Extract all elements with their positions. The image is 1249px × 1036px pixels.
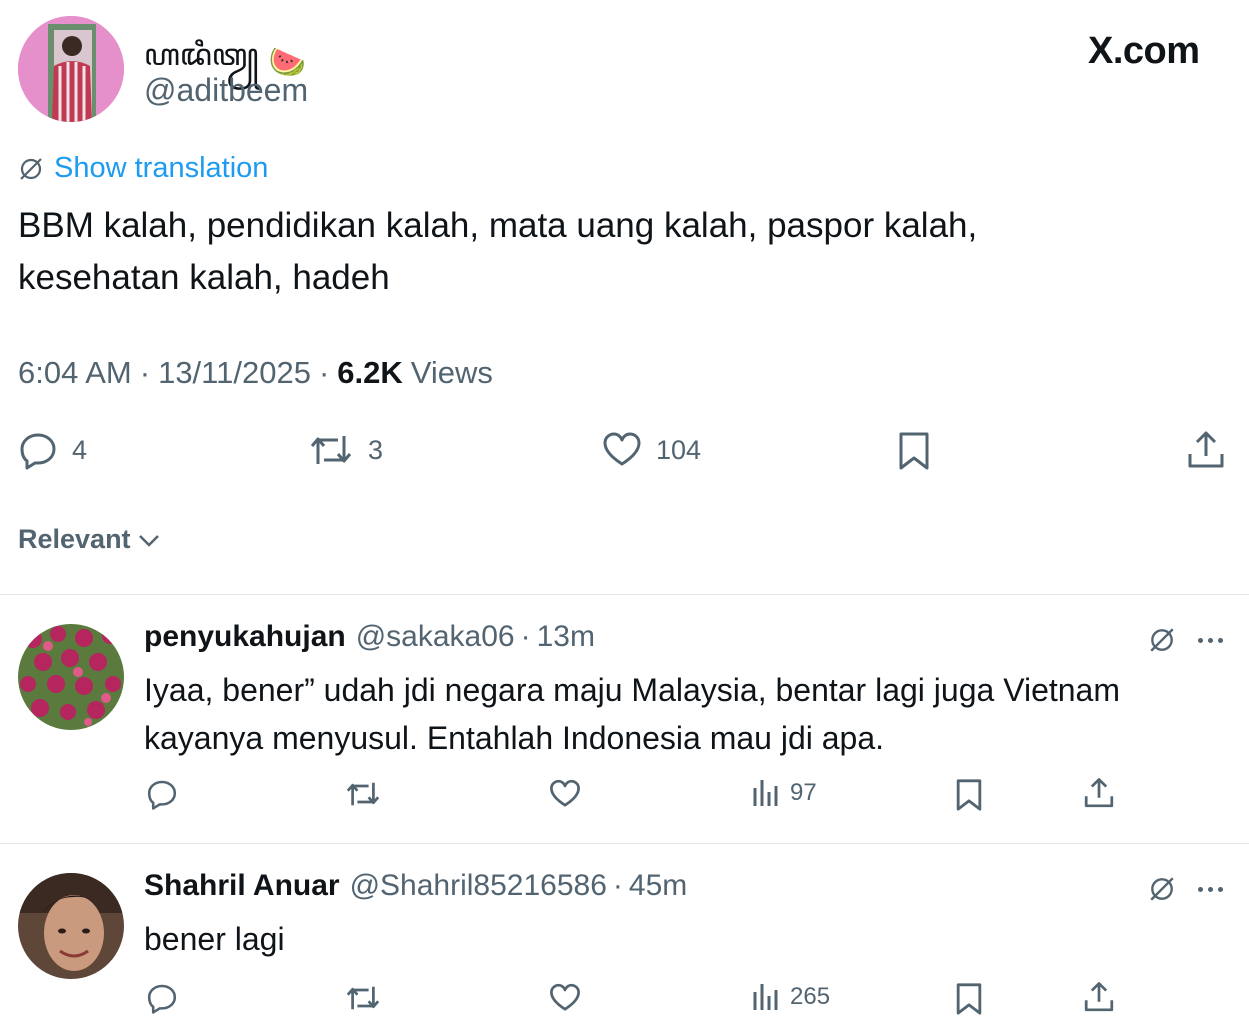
tweet-text: BBM kalah, pendidikan kalah, mata uang k… [18, 200, 977, 304]
reply-text-line-1: Iyaa, bener” udah jdi negara maju Malays… [144, 672, 1120, 708]
meta-separator: · [520, 620, 531, 653]
views-button[interactable]: 97 [752, 778, 817, 808]
heart-icon[interactable] [548, 778, 582, 810]
bookmark-icon[interactable] [954, 981, 984, 1017]
chevron-down-icon [137, 528, 161, 552]
reply-header: Shahril Anuar @Shahril85216586 · 45m [144, 869, 687, 903]
bookmark-button[interactable] [896, 430, 932, 472]
bookmark-icon [896, 430, 932, 472]
share-icon[interactable] [1083, 981, 1115, 1013]
repost-icon [308, 430, 354, 470]
reply-author-handle[interactable]: @sakaka06 [356, 620, 515, 654]
sort-dropdown[interactable]: Relevant [18, 524, 161, 555]
show-translation-label: Show translation [54, 152, 269, 184]
tweet-meta: 6:04 AM · 13/11/2025 · 6.2K Views [18, 355, 493, 391]
reply-text-line-2: kayanya menyusul. Entahlah Indonesia mau… [144, 720, 885, 756]
analytics-icon [752, 982, 780, 1012]
reply-text-line-1: bener lagi [144, 921, 285, 957]
translate-icon[interactable] [1148, 875, 1176, 903]
reply-author-name[interactable]: penyukahujan [144, 620, 346, 654]
translate-icon[interactable] [1148, 626, 1176, 654]
divider [0, 594, 1249, 595]
bookmark-icon[interactable] [954, 777, 984, 813]
reply-header: penyukahujan @sakaka06 · 13m [144, 620, 595, 654]
reply-button[interactable]: 4 [18, 430, 87, 470]
meta-separator: · [139, 355, 151, 390]
author-handle[interactable]: @aditbeem [144, 72, 308, 109]
divider [0, 843, 1249, 844]
share-icon[interactable] [1083, 777, 1115, 809]
reply-icon[interactable] [146, 982, 178, 1014]
meta-separator: · [318, 355, 330, 390]
show-translation-link[interactable]: Show translation [18, 152, 268, 185]
portrait-avatar-image [18, 873, 124, 979]
repost-icon[interactable] [344, 982, 382, 1014]
reply-icon[interactable] [146, 778, 178, 810]
heart-icon[interactable] [548, 982, 582, 1014]
heart-icon [602, 430, 642, 470]
reply-author-name[interactable]: Shahril Anuar [144, 869, 340, 903]
flowers-avatar-image [18, 624, 124, 730]
reply-author-handle[interactable]: @Shahril85216586 [350, 869, 607, 903]
share-icon [1186, 430, 1226, 470]
author-avatar-image [18, 16, 124, 122]
author-avatar[interactable] [18, 16, 124, 122]
analytics-icon [752, 778, 780, 808]
tweet-text-line-2: kesehatan kalah, hadeh [18, 258, 390, 297]
reply-avatar[interactable] [18, 624, 124, 730]
reply-time[interactable]: 45m [629, 869, 687, 903]
tweet-time[interactable]: 6:04 AM [18, 355, 132, 391]
more-options-icon[interactable] [1198, 887, 1223, 892]
views-count: 6.2K [337, 355, 403, 390]
reply-icon [18, 430, 58, 470]
reply-time[interactable]: 13m [537, 620, 595, 654]
share-button[interactable] [1186, 430, 1226, 470]
views-count: 265 [790, 983, 831, 1010]
views-button[interactable]: 265 [752, 982, 830, 1012]
more-options-icon[interactable] [1198, 638, 1223, 643]
translate-icon [18, 156, 44, 182]
tweet-text-line-1: BBM kalah, pendidikan kalah, mata uang k… [18, 206, 978, 245]
meta-separator: · [612, 869, 623, 902]
repost-button[interactable]: 3 [308, 430, 383, 470]
repost-icon[interactable] [344, 778, 382, 810]
reply-text: Iyaa, bener” udah jdi negara maju Malays… [144, 666, 1120, 762]
reply-text: bener lagi [144, 915, 285, 963]
like-button[interactable]: 104 [602, 430, 701, 470]
views-count: 97 [790, 779, 817, 806]
repost-count: 3 [368, 434, 384, 465]
tweet-date[interactable]: 13/11/2025 [158, 355, 311, 391]
reply-count: 4 [72, 434, 88, 465]
x-com-watermark: X.com [1088, 30, 1200, 72]
like-count: 104 [656, 434, 702, 465]
sort-label: Relevant [18, 524, 131, 554]
views-label: Views [410, 355, 493, 390]
reply-avatar[interactable] [18, 873, 124, 979]
